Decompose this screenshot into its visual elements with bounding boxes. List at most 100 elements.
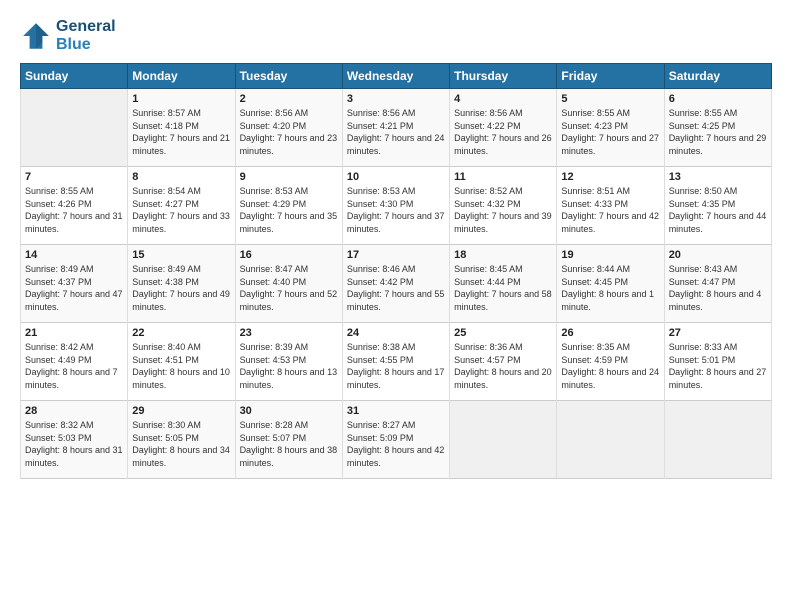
day-number: 6 bbox=[669, 93, 767, 105]
cell-info: Sunrise: 8:52 AMSunset: 4:32 PMDaylight:… bbox=[454, 185, 552, 235]
day-number: 15 bbox=[132, 249, 230, 261]
calendar-cell: 18 Sunrise: 8:45 AMSunset: 4:44 PMDayligh… bbox=[450, 245, 557, 323]
day-number: 8 bbox=[132, 171, 230, 183]
cell-info: Sunrise: 8:47 AMSunset: 4:40 PMDaylight:… bbox=[240, 263, 338, 313]
week-row-2: 14 Sunrise: 8:49 AMSunset: 4:37 PMDayligh… bbox=[21, 245, 772, 323]
day-number: 16 bbox=[240, 249, 338, 261]
calendar-cell: 29Sunrise: 8:30 AMSunset: 5:05 PMDayligh… bbox=[128, 401, 235, 479]
calendar-cell: 23 Sunrise: 8:39 AMSunset: 4:53 PMDayligh… bbox=[235, 323, 342, 401]
week-row-1: 7 Sunrise: 8:55 AMSunset: 4:26 PMDaylight… bbox=[21, 167, 772, 245]
day-number: 30 bbox=[240, 405, 338, 417]
cell-info: Sunrise: 8:53 AMSunset: 4:29 PMDaylight:… bbox=[240, 185, 338, 235]
calendar-cell: 16 Sunrise: 8:47 AMSunset: 4:40 PMDayligh… bbox=[235, 245, 342, 323]
cell-info: Sunrise: 8:49 AMSunset: 4:38 PMDaylight:… bbox=[132, 263, 230, 313]
cell-info: Sunrise: 8:28 AMSunset: 5:07 PMDaylight:… bbox=[240, 419, 338, 469]
cell-info: Sunrise: 8:27 AMSunset: 5:09 PMDaylight:… bbox=[347, 419, 445, 469]
day-number: 4 bbox=[454, 93, 552, 105]
cell-info: Sunrise: 8:55 AMSunset: 4:26 PMDaylight:… bbox=[25, 185, 123, 235]
cell-info: Sunrise: 8:38 AMSunset: 4:55 PMDaylight:… bbox=[347, 341, 445, 391]
day-number: 22 bbox=[132, 327, 230, 339]
cell-info: Sunrise: 8:49 AMSunset: 4:37 PMDaylight:… bbox=[25, 263, 123, 313]
day-number: 3 bbox=[347, 93, 445, 105]
day-number: 17 bbox=[347, 249, 445, 261]
calendar-cell: 24 Sunrise: 8:38 AMSunset: 4:55 PMDayligh… bbox=[342, 323, 449, 401]
logo-icon bbox=[20, 20, 52, 52]
calendar-cell: 8 Sunrise: 8:54 AMSunset: 4:27 PMDaylight… bbox=[128, 167, 235, 245]
calendar-cell: 19 Sunrise: 8:44 AMSunset: 4:45 PMDayligh… bbox=[557, 245, 664, 323]
calendar-cell: 12 Sunrise: 8:51 AMSunset: 4:33 PMDayligh… bbox=[557, 167, 664, 245]
day-number: 13 bbox=[669, 171, 767, 183]
cell-info: Sunrise: 8:57 AMSunset: 4:18 PMDaylight:… bbox=[132, 107, 230, 157]
calendar-cell: 25 Sunrise: 8:36 AMSunset: 4:57 PMDayligh… bbox=[450, 323, 557, 401]
calendar-cell: 9 Sunrise: 8:53 AMSunset: 4:29 PMDaylight… bbox=[235, 167, 342, 245]
calendar-cell: 10 Sunrise: 8:53 AMSunset: 4:30 PMDayligh… bbox=[342, 167, 449, 245]
day-number: 9 bbox=[240, 171, 338, 183]
day-number: 26 bbox=[561, 327, 659, 339]
calendar-cell bbox=[557, 401, 664, 479]
calendar-cell: 4 Sunrise: 8:56 AMSunset: 4:22 PMDaylight… bbox=[450, 89, 557, 167]
cell-info: Sunrise: 8:44 AMSunset: 4:45 PMDaylight:… bbox=[561, 263, 659, 313]
calendar-cell: 22 Sunrise: 8:40 AMSunset: 4:51 PMDayligh… bbox=[128, 323, 235, 401]
header: General Blue bbox=[20, 18, 772, 53]
weekday-header-wednesday: Wednesday bbox=[342, 64, 449, 89]
calendar-cell: 26 Sunrise: 8:35 AMSunset: 4:59 PMDayligh… bbox=[557, 323, 664, 401]
cell-info: Sunrise: 8:39 AMSunset: 4:53 PMDaylight:… bbox=[240, 341, 338, 391]
cell-info: Sunrise: 8:42 AMSunset: 4:49 PMDaylight:… bbox=[25, 341, 123, 391]
calendar-table: SundayMondayTuesdayWednesdayThursdayFrid… bbox=[20, 63, 772, 479]
cell-info: Sunrise: 8:51 AMSunset: 4:33 PMDaylight:… bbox=[561, 185, 659, 235]
cell-info: Sunrise: 8:35 AMSunset: 4:59 PMDaylight:… bbox=[561, 341, 659, 391]
calendar-cell: 21 Sunrise: 8:42 AMSunset: 4:49 PMDayligh… bbox=[21, 323, 128, 401]
weekday-row: SundayMondayTuesdayWednesdayThursdayFrid… bbox=[21, 64, 772, 89]
cell-info: Sunrise: 8:40 AMSunset: 4:51 PMDaylight:… bbox=[132, 341, 230, 391]
cell-info: Sunrise: 8:55 AMSunset: 4:25 PMDaylight:… bbox=[669, 107, 767, 157]
weekday-header-friday: Friday bbox=[557, 64, 664, 89]
day-number: 23 bbox=[240, 327, 338, 339]
calendar-header: SundayMondayTuesdayWednesdayThursdayFrid… bbox=[21, 64, 772, 89]
calendar-cell: 11 Sunrise: 8:52 AMSunset: 4:32 PMDayligh… bbox=[450, 167, 557, 245]
day-number: 21 bbox=[25, 327, 123, 339]
calendar-cell: 13 Sunrise: 8:50 AMSunset: 4:35 PMDayligh… bbox=[664, 167, 771, 245]
page: General Blue SundayMondayTuesdayWednesda… bbox=[0, 0, 792, 612]
calendar-cell bbox=[664, 401, 771, 479]
day-number: 10 bbox=[347, 171, 445, 183]
day-number: 7 bbox=[25, 171, 123, 183]
day-number: 2 bbox=[240, 93, 338, 105]
day-number: 5 bbox=[561, 93, 659, 105]
cell-info: Sunrise: 8:55 AMSunset: 4:23 PMDaylight:… bbox=[561, 107, 659, 157]
day-number: 31 bbox=[347, 405, 445, 417]
day-number: 25 bbox=[454, 327, 552, 339]
day-number: 18 bbox=[454, 249, 552, 261]
calendar-cell: 28 Sunrise: 8:32 AMSunset: 5:03 PMDayligh… bbox=[21, 401, 128, 479]
cell-info: Sunrise: 8:56 AMSunset: 4:22 PMDaylight:… bbox=[454, 107, 552, 157]
day-number: 11 bbox=[454, 171, 552, 183]
cell-info: Sunrise: 8:50 AMSunset: 4:35 PMDaylight:… bbox=[669, 185, 767, 235]
logo-text: General Blue bbox=[56, 18, 116, 53]
day-number: 19 bbox=[561, 249, 659, 261]
calendar-cell: 6 Sunrise: 8:55 AMSunset: 4:25 PMDaylight… bbox=[664, 89, 771, 167]
cell-info: Sunrise: 8:54 AMSunset: 4:27 PMDaylight:… bbox=[132, 185, 230, 235]
week-row-4: 28 Sunrise: 8:32 AMSunset: 5:03 PMDayligh… bbox=[21, 401, 772, 479]
week-row-3: 21 Sunrise: 8:42 AMSunset: 4:49 PMDayligh… bbox=[21, 323, 772, 401]
day-number: 28 bbox=[25, 405, 123, 417]
cell-info: Sunrise: 8:36 AMSunset: 4:57 PMDaylight:… bbox=[454, 341, 552, 391]
calendar-cell: 30 Sunrise: 8:28 AMSunset: 5:07 PMDayligh… bbox=[235, 401, 342, 479]
cell-info: Sunrise: 8:32 AMSunset: 5:03 PMDaylight:… bbox=[25, 419, 123, 469]
cell-info: Sunrise: 8:43 AMSunset: 4:47 PMDaylight:… bbox=[669, 263, 767, 313]
calendar-cell bbox=[450, 401, 557, 479]
calendar-cell: 27Sunrise: 8:33 AMSunset: 5:01 PMDayligh… bbox=[664, 323, 771, 401]
weekday-header-thursday: Thursday bbox=[450, 64, 557, 89]
calendar-cell: 17Sunrise: 8:46 AMSunset: 4:42 PMDayligh… bbox=[342, 245, 449, 323]
cell-info: Sunrise: 8:53 AMSunset: 4:30 PMDaylight:… bbox=[347, 185, 445, 235]
calendar-cell: 31 Sunrise: 8:27 AMSunset: 5:09 PMDayligh… bbox=[342, 401, 449, 479]
day-number: 14 bbox=[25, 249, 123, 261]
calendar-cell: 7 Sunrise: 8:55 AMSunset: 4:26 PMDaylight… bbox=[21, 167, 128, 245]
cell-info: Sunrise: 8:56 AMSunset: 4:21 PMDaylight:… bbox=[347, 107, 445, 157]
day-number: 24 bbox=[347, 327, 445, 339]
weekday-header-monday: Monday bbox=[128, 64, 235, 89]
calendar-cell: 15 Sunrise: 8:49 AMSunset: 4:38 PMDayligh… bbox=[128, 245, 235, 323]
day-number: 1 bbox=[132, 93, 230, 105]
day-number: 20 bbox=[669, 249, 767, 261]
cell-info: Sunrise: 8:45 AMSunset: 4:44 PMDaylight:… bbox=[454, 263, 552, 313]
day-number: 12 bbox=[561, 171, 659, 183]
calendar-cell: 3 Sunrise: 8:56 AMSunset: 4:21 PMDaylight… bbox=[342, 89, 449, 167]
